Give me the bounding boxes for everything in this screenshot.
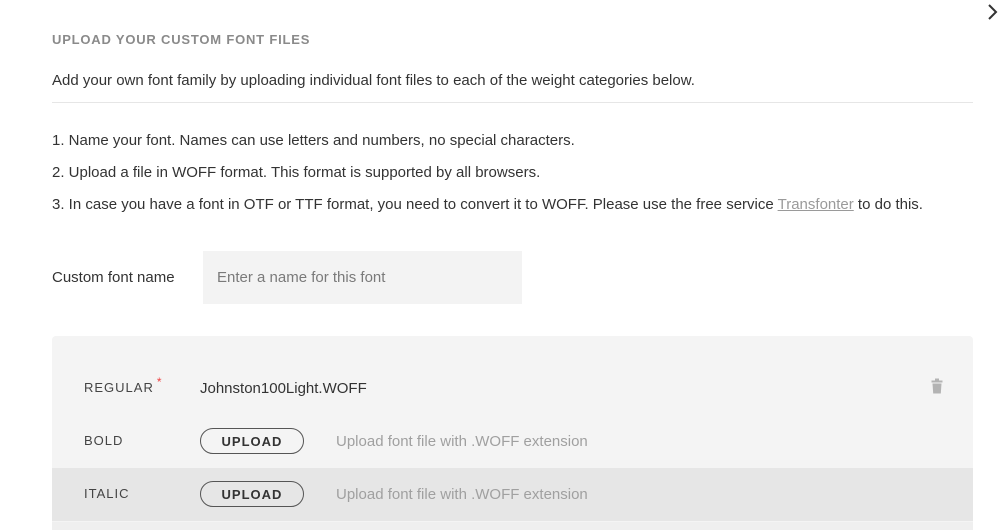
instruction-step-2: 2. Upload a file in WOFF format. This fo… (52, 164, 541, 181)
instruction-step-1: 1. Name your font. Names can use letters… (52, 132, 575, 149)
next-row-partial (52, 522, 973, 530)
font-name-label: Custom font name (52, 269, 175, 286)
upload-italic-button[interactable]: UPLOAD (200, 481, 304, 507)
font-name-input[interactable] (203, 251, 522, 304)
weight-label-bold: BOLD (84, 433, 124, 448)
upload-bold-button[interactable]: UPLOAD (200, 428, 304, 454)
divider (52, 102, 973, 103)
weight-row-bold: BOLD UPLOAD Upload font file with .WOFF … (52, 415, 973, 468)
weight-label-regular: REGULAR * (84, 375, 163, 395)
weight-label-regular-text: REGULAR (84, 380, 154, 395)
transfonter-link[interactable]: Transfonter (778, 196, 854, 213)
instruction-step-3-text: 3. In case you have a font in OTF or TTF… (52, 196, 778, 213)
weight-row-regular: REGULAR * Johnston100Light.WOFF (52, 362, 973, 415)
upload-hint-italic: Upload font file with .WOFF extension (336, 486, 588, 503)
uploaded-file-name: Johnston100Light.WOFF (200, 380, 367, 397)
trash-icon[interactable] (931, 378, 943, 394)
close-icon[interactable] (984, 2, 998, 22)
weight-label-italic: ITALIC (84, 486, 130, 501)
instruction-step-3-text-end: to do this. (853, 196, 923, 213)
instruction-step-3: 3. In case you have a font in OTF or TTF… (52, 195, 923, 227)
section-title: UPLOAD YOUR CUSTOM FONT FILES (52, 32, 311, 47)
font-name-row: Custom font name (52, 251, 652, 304)
weights-panel: REGULAR * Johnston100Light.WOFF BOLD UPLO… (52, 336, 973, 530)
weight-row-italic: ITALIC UPLOAD Upload font file with .WOF… (52, 468, 973, 521)
upload-hint-bold: Upload font file with .WOFF extension (336, 433, 588, 450)
instructions-list: 1. Name your font. Names can use letters… (52, 131, 923, 227)
upload-font-dialog: UPLOAD YOUR CUSTOM FONT FILES Add your o… (0, 0, 998, 530)
required-marker: * (156, 375, 163, 389)
intro-text: Add your own font family by uploading in… (52, 72, 695, 89)
